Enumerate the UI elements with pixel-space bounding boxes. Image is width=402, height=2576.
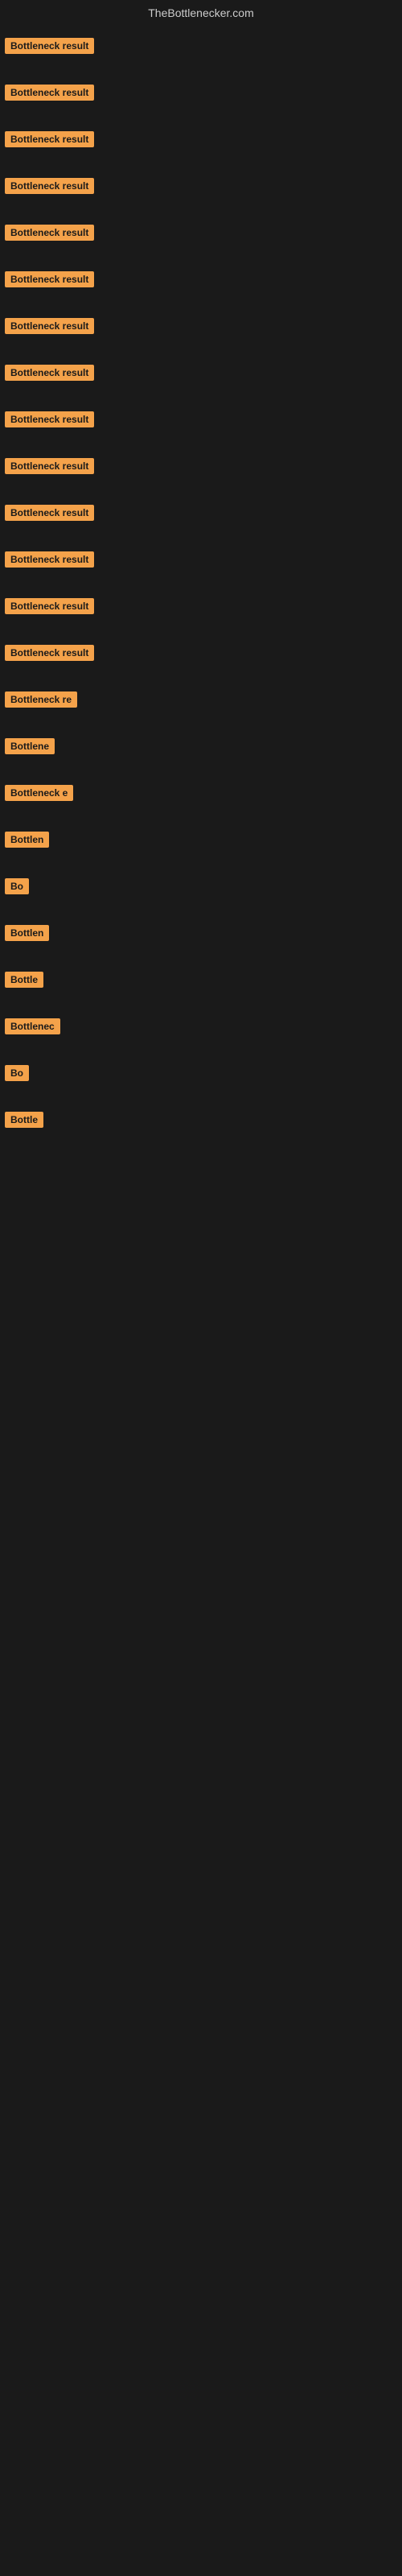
- list-item: Bottle: [0, 1096, 402, 1143]
- list-item: Bottlene: [0, 723, 402, 770]
- bottleneck-badge[interactable]: Bottleneck result: [5, 85, 94, 101]
- list-item: Bottle: [0, 956, 402, 1003]
- bottleneck-badge[interactable]: Bo: [5, 878, 29, 894]
- list-item: Bottleneck result: [0, 536, 402, 583]
- bottleneck-badge[interactable]: Bottlenec: [5, 1018, 60, 1034]
- list-item: Bottleneck result: [0, 443, 402, 489]
- list-item: Bottleneck result: [0, 583, 402, 630]
- list-item: Bottleneck result: [0, 256, 402, 303]
- site-header: TheBottlenecker.com: [0, 0, 402, 23]
- list-item: Bottleneck result: [0, 23, 402, 69]
- list-item: Bottleneck result: [0, 349, 402, 396]
- bottleneck-badge[interactable]: Bottleneck result: [5, 271, 94, 287]
- list-item: Bottleneck result: [0, 396, 402, 443]
- list-item: Bottlen: [0, 910, 402, 956]
- bottleneck-badge[interactable]: Bottleneck result: [5, 38, 94, 54]
- bottleneck-badge[interactable]: Bottleneck result: [5, 318, 94, 334]
- list-item: Bottleneck result: [0, 630, 402, 676]
- bottleneck-badge[interactable]: Bottleneck result: [5, 225, 94, 241]
- list-item: Bo: [0, 1050, 402, 1096]
- bottleneck-badge[interactable]: Bottleneck result: [5, 365, 94, 381]
- site-title: TheBottlenecker.com: [148, 6, 254, 19]
- list-item: Bottleneck re: [0, 676, 402, 723]
- bottleneck-badge[interactable]: Bottleneck result: [5, 645, 94, 661]
- bottleneck-badge[interactable]: Bottleneck e: [5, 785, 73, 801]
- list-item: Bottleneck result: [0, 489, 402, 536]
- bottleneck-badge[interactable]: Bottlene: [5, 738, 55, 754]
- list-item: Bottleneck e: [0, 770, 402, 816]
- bottleneck-badge[interactable]: Bottlen: [5, 925, 49, 941]
- bottleneck-badge[interactable]: Bottleneck result: [5, 131, 94, 147]
- bottleneck-badge[interactable]: Bottleneck result: [5, 411, 94, 427]
- bottleneck-badge[interactable]: Bottleneck re: [5, 691, 77, 708]
- list-item: Bottlenec: [0, 1003, 402, 1050]
- list-item: Bottleneck result: [0, 69, 402, 116]
- bottleneck-badge[interactable]: Bottle: [5, 1112, 43, 1128]
- list-item: Bottleneck result: [0, 303, 402, 349]
- list-item: Bottleneck result: [0, 163, 402, 209]
- bottleneck-badge[interactable]: Bottleneck result: [5, 458, 94, 474]
- bottleneck-badge[interactable]: Bo: [5, 1065, 29, 1081]
- bottleneck-badge[interactable]: Bottleneck result: [5, 551, 94, 568]
- bottleneck-badge[interactable]: Bottleneck result: [5, 505, 94, 521]
- bottleneck-badge[interactable]: Bottleneck result: [5, 178, 94, 194]
- list-item: Bottlen: [0, 816, 402, 863]
- list-item: Bottleneck result: [0, 209, 402, 256]
- bottleneck-badge[interactable]: Bottle: [5, 972, 43, 988]
- list-item: Bo: [0, 863, 402, 910]
- bottleneck-list: Bottleneck result Bottleneck result Bottle…: [0, 23, 402, 1143]
- list-item: Bottleneck result: [0, 116, 402, 163]
- bottleneck-badge[interactable]: Bottlen: [5, 832, 49, 848]
- bottleneck-badge[interactable]: Bottleneck result: [5, 598, 94, 614]
